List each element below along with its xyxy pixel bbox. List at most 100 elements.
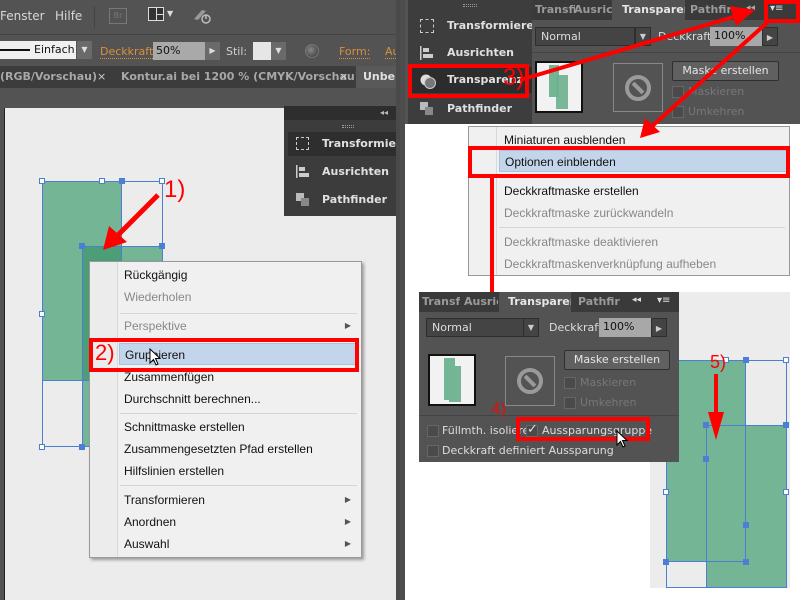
transform-icon xyxy=(296,137,309,150)
artwork-thumbnail[interactable] xyxy=(428,354,476,406)
arrow-3-head xyxy=(730,6,755,26)
invert-checkbox xyxy=(564,397,576,409)
menu-fenster[interactable]: Fenster xyxy=(0,9,45,23)
selection-handle[interactable] xyxy=(39,444,45,450)
blend-mode-dropdown[interactable]: ▼ xyxy=(523,318,539,337)
document-tabs: (RGB/Vorschau) × Kontur.ai bei 1200 % (C… xyxy=(0,66,400,88)
panel-item-pathfinder[interactable]: Pathfinder xyxy=(288,188,400,212)
invert-label: Umkehren xyxy=(580,396,637,409)
anchor-point[interactable] xyxy=(663,559,669,565)
mouse-cursor-icon xyxy=(149,348,162,366)
anchor-point[interactable] xyxy=(703,456,709,462)
menu-item-wiederholen: Wiederholen xyxy=(124,290,192,304)
tab-pathfinder[interactable]: Pathfir xyxy=(578,292,624,312)
selection-handle[interactable] xyxy=(99,178,105,184)
menu-hilfe[interactable]: Hilfe xyxy=(55,9,82,23)
tab-transformieren[interactable]: Transfi xyxy=(422,292,460,312)
anchor-point[interactable] xyxy=(743,522,749,528)
tab-kontur-doc[interactable]: Kontur.ai bei 1200 % (CMYK/Vorschau) xyxy=(121,66,360,88)
create-mask-button[interactable]: Maske erstellen xyxy=(564,350,670,370)
align-icon xyxy=(296,165,309,178)
style-dropdown[interactable]: ▼ xyxy=(271,42,286,60)
menu-item-zusammengesetzter-pfad[interactable]: Zusammengesetzten Pfad erstellen xyxy=(119,438,359,460)
tab-transparenz[interactable]: Transparenz xyxy=(499,292,571,312)
menu-item-schnittmaske[interactable]: Schnittmaske erstellen xyxy=(119,416,359,438)
annotation-arrow-5 xyxy=(708,374,724,440)
tab-rgb-doc[interactable]: (RGB/Vorschau) xyxy=(0,66,97,88)
opacity-input[interactable]: 100% xyxy=(599,318,651,337)
menu-bar: Fenster Hilfe Br ▼ xyxy=(0,0,400,34)
annotation-step-5: 5) xyxy=(710,352,727,372)
tab-unbenannt[interactable]: Unben xyxy=(356,66,400,88)
opacity-defines-knockout-checkbox[interactable] xyxy=(427,445,439,457)
menu-divider xyxy=(94,6,95,28)
chevron-down-icon[interactable]: ▼ xyxy=(167,9,173,18)
shape-label[interactable]: Form: xyxy=(339,45,371,59)
mouse-cursor-icon xyxy=(616,430,629,448)
selection-handle[interactable] xyxy=(39,178,45,184)
selection-handle[interactable] xyxy=(39,311,45,317)
panel-menu-icon[interactable]: ▾≡ xyxy=(657,295,670,306)
opacity-label[interactable]: Deckkraft: xyxy=(100,45,157,59)
menu-separator xyxy=(120,313,357,314)
menu-item-durchschnitt[interactable]: Durchschnitt berechnen... xyxy=(119,388,359,410)
annotation-step-1: 1) xyxy=(164,176,186,203)
tab-ausrichten[interactable]: Ausric xyxy=(464,292,498,312)
opacity-input[interactable]: 50% xyxy=(153,42,205,60)
clip-checkbox xyxy=(564,377,576,389)
menu-separator xyxy=(120,413,357,414)
collapse-icon[interactable]: ◂◂ xyxy=(632,295,641,305)
panel-item-label: Transformieren xyxy=(322,137,400,150)
annotation-step-4: 4) xyxy=(491,399,507,418)
workspace-icon[interactable] xyxy=(148,7,164,21)
menu-item-anordnen[interactable]: Anordnen ▶ xyxy=(119,511,359,533)
collapsed-panel-dock: ◂◂ Transformieren Ausrichten Pathfinder xyxy=(284,106,400,216)
anchor-point[interactable] xyxy=(119,178,125,184)
anchor-point[interactable] xyxy=(783,422,789,428)
panel-divider xyxy=(419,415,679,416)
panel-item-transformieren[interactable]: Transformieren xyxy=(288,132,400,156)
menu-item-auswahl[interactable]: Auswahl ▶ xyxy=(119,533,359,555)
pathfinder-icon xyxy=(296,193,309,206)
clip-label: Maskieren xyxy=(580,376,637,389)
opacity-slider-button[interactable]: ▶ xyxy=(205,42,220,60)
anchor-point[interactable] xyxy=(79,444,85,450)
no-mask-icon xyxy=(517,368,543,394)
stroke-style-field[interactable]: Einfach xyxy=(0,41,76,59)
selection-handle[interactable] xyxy=(783,357,789,363)
menu-item-rueckgaengig[interactable]: Rückgängig xyxy=(119,264,359,286)
submenu-arrow-icon: ▶ xyxy=(344,321,351,330)
illustrator-right-screenshot: Transformieren Ausrichten Transparenz Pa… xyxy=(400,0,800,600)
isolate-blending-checkbox[interactable] xyxy=(427,425,439,437)
selection-handle[interactable] xyxy=(663,489,669,495)
menu-item-hilfslinien[interactable]: Hilfslinien erstellen xyxy=(119,460,359,482)
anchor-point[interactable] xyxy=(79,243,85,249)
panel-collapse-button[interactable]: ◂◂ xyxy=(284,106,400,120)
panel-item-label: Ausrichten xyxy=(322,165,389,178)
anchor-point[interactable] xyxy=(743,559,749,565)
close-icon[interactable]: × xyxy=(97,66,106,88)
selection-handle[interactable] xyxy=(783,489,789,495)
illustrator-left-screenshot: Fenster Hilfe Br ▼ Einfach ▼ Deckkraft: … xyxy=(0,0,400,600)
style-label: Stil: xyxy=(226,45,248,58)
panel-item-ausrichten[interactable]: Ausrichten xyxy=(288,160,400,184)
submenu-arrow-icon: ▶ xyxy=(344,517,351,526)
arrow-3-to-menu xyxy=(519,13,741,82)
close-icon[interactable]: × xyxy=(339,66,348,88)
style-swatch[interactable] xyxy=(253,42,271,60)
anchor-point[interactable] xyxy=(743,357,749,363)
menu-separator xyxy=(120,485,357,486)
annotation-step-2: 2) xyxy=(95,340,115,365)
submenu-arrow-icon: ▶ xyxy=(344,495,351,504)
bridge-icon[interactable]: Br xyxy=(109,8,127,24)
sync-icon[interactable] xyxy=(192,7,212,25)
recolor-artwork-icon[interactable] xyxy=(305,44,319,58)
stroke-style-dropdown[interactable]: ▼ xyxy=(77,41,92,59)
annotation-arrow-1 xyxy=(103,193,160,250)
menu-item-transformieren[interactable]: Transformieren ▶ xyxy=(119,489,359,511)
panel-grip[interactable] xyxy=(342,125,354,128)
opacity-slider-button[interactable]: ▶ xyxy=(651,318,667,337)
blend-mode-select[interactable]: Normal xyxy=(426,318,526,337)
opacity-label: Deckkraft: xyxy=(549,321,606,334)
mask-thumbnail[interactable] xyxy=(505,356,555,406)
